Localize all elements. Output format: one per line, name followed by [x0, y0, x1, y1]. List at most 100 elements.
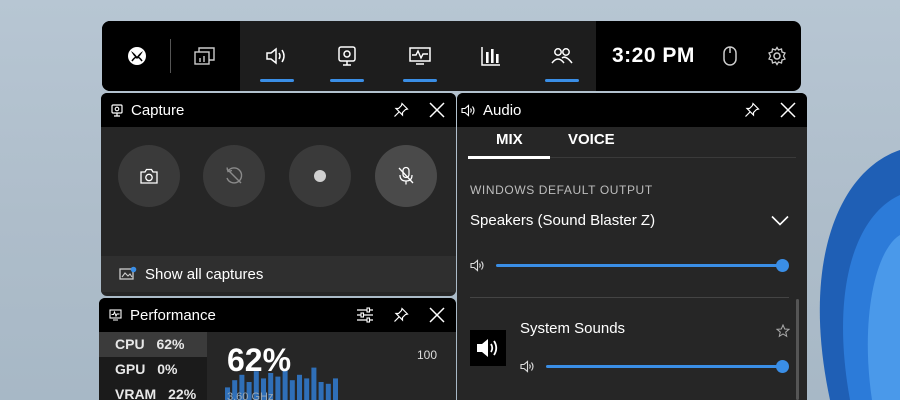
performance-metric-list: CPU 62% GPU 0% VRAM 22%: [99, 332, 207, 400]
camera-icon: [140, 168, 158, 184]
star-icon[interactable]: [776, 324, 790, 338]
metric-row-gpu[interactable]: GPU 0%: [99, 357, 207, 382]
mic-off-icon: [398, 166, 414, 185]
active-indicator: [545, 79, 579, 82]
replay-icon: [226, 167, 243, 184]
widget-bar: [240, 21, 596, 91]
xbox-icon: [128, 47, 146, 65]
cpu-clock-speed: 3.60 GHz: [227, 391, 274, 400]
record-button[interactable]: [289, 145, 351, 207]
capture-header[interactable]: Capture: [101, 93, 456, 127]
clock: 3:20 PM: [612, 44, 695, 67]
chevron-down-icon[interactable]: [771, 215, 789, 226]
metric-value: 0%: [157, 361, 178, 377]
mixer-scrollbar[interactable]: [796, 299, 799, 400]
pin-button[interactable]: [384, 93, 418, 127]
sliders-icon: [357, 307, 373, 323]
master-volume-thumb[interactable]: [776, 259, 789, 272]
close-button[interactable]: [771, 93, 805, 127]
master-volume-track[interactable]: [496, 264, 784, 267]
capture-title: Capture: [131, 101, 185, 119]
metric-value: 62%: [156, 336, 185, 352]
system-sounds-app-icon: [470, 330, 506, 366]
cpu-graph-bar: [318, 382, 324, 400]
speaker-icon[interactable]: [470, 259, 486, 272]
widget-resources-button[interactable]: [456, 21, 526, 91]
monitor-pulse-icon: [109, 309, 122, 321]
output-device-select[interactable]: Speakers (Sound Blaster Z): [470, 212, 655, 229]
topbar-left-group: [102, 21, 240, 91]
close-button[interactable]: [420, 93, 454, 127]
gear-icon: [768, 46, 786, 66]
active-tab-indicator: [468, 156, 550, 159]
cpu-graph-bar: [311, 367, 317, 400]
cpu-graph-bar: [297, 374, 302, 400]
settings-button[interactable]: [742, 21, 801, 91]
metric-label: GPU: [115, 361, 146, 377]
widget-performance-button[interactable]: [385, 21, 455, 91]
show-all-captures-label: Show all captures: [145, 265, 264, 283]
record-last-button[interactable]: [203, 145, 265, 207]
performance-widget: Performance CPU 62% GPU 0% VRAM 22% 62% …: [99, 298, 456, 400]
monitor-pulse-icon: [409, 47, 431, 65]
close-button[interactable]: [420, 298, 454, 332]
metric-row-cpu[interactable]: CPU 62%: [99, 332, 207, 357]
game-bar-topbar: 3:20 PM: [102, 21, 801, 91]
metric-value: 22%: [168, 386, 197, 400]
pin-icon: [745, 102, 760, 117]
webcam-icon: [338, 46, 356, 66]
system-sounds-volume-track[interactable]: [546, 365, 784, 368]
gallery-icon: [119, 266, 137, 280]
widget-menu-button[interactable]: [170, 21, 240, 91]
cpu-graph-bar: [275, 376, 281, 400]
default-output-label: WINDOWS DEFAULT OUTPUT: [470, 183, 653, 197]
xbox-button[interactable]: [102, 21, 172, 91]
system-sounds-volume-thumb[interactable]: [776, 360, 789, 373]
app-name-system-sounds: System Sounds: [520, 320, 626, 337]
widget-capture-button[interactable]: [312, 21, 382, 91]
mic-toggle-button[interactable]: [375, 145, 437, 207]
webcam-icon: [111, 103, 123, 117]
metric-label: CPU: [115, 336, 145, 352]
speaker-icon: [477, 339, 498, 357]
cpu-graph-bar: [325, 383, 331, 400]
speaker-icon: [461, 103, 475, 117]
close-icon: [780, 102, 796, 118]
tab-voice[interactable]: VOICE: [568, 131, 615, 148]
tab-mix[interactable]: MIX: [496, 131, 523, 148]
pin-button[interactable]: [735, 93, 769, 127]
performance-title: Performance: [130, 306, 216, 324]
speaker-icon[interactable]: [520, 360, 536, 373]
close-icon: [429, 102, 445, 118]
audio-tabs: MIX VOICE: [457, 127, 807, 159]
performance-options-button[interactable]: [348, 298, 382, 332]
active-indicator: [330, 79, 364, 82]
capture-widget: Capture Show all captures: [101, 93, 456, 296]
close-icon: [429, 307, 445, 323]
pin-button[interactable]: [384, 298, 418, 332]
widget-social-button[interactable]: [527, 21, 597, 91]
record-dot-icon: [314, 170, 326, 182]
speaker-icon: [266, 47, 285, 65]
active-indicator: [260, 79, 294, 82]
cpu-graph-bar: [289, 380, 295, 400]
screenshot-button[interactable]: [118, 145, 180, 207]
bar-chart-icon: [481, 47, 500, 66]
section-divider: [470, 297, 789, 298]
cpu-graph-bar: [304, 378, 310, 400]
mouse-icon: [723, 46, 737, 66]
audio-title: Audio: [483, 101, 522, 119]
performance-header[interactable]: Performance: [99, 298, 456, 332]
metric-row-vram[interactable]: VRAM 22%: [99, 382, 207, 400]
widget-menu-icon: [194, 47, 215, 65]
audio-header[interactable]: Audio: [457, 93, 807, 127]
cpu-usage-value: 62%: [227, 342, 292, 378]
pin-icon: [394, 102, 409, 117]
show-all-captures-link[interactable]: Show all captures: [101, 256, 456, 292]
metric-label: VRAM: [115, 386, 157, 400]
people-icon: [551, 48, 573, 64]
widget-audio-button[interactable]: [242, 21, 312, 91]
cpu-graph-bar: [333, 378, 338, 400]
graph-max-label: 100: [417, 348, 438, 362]
pin-icon: [394, 307, 409, 322]
